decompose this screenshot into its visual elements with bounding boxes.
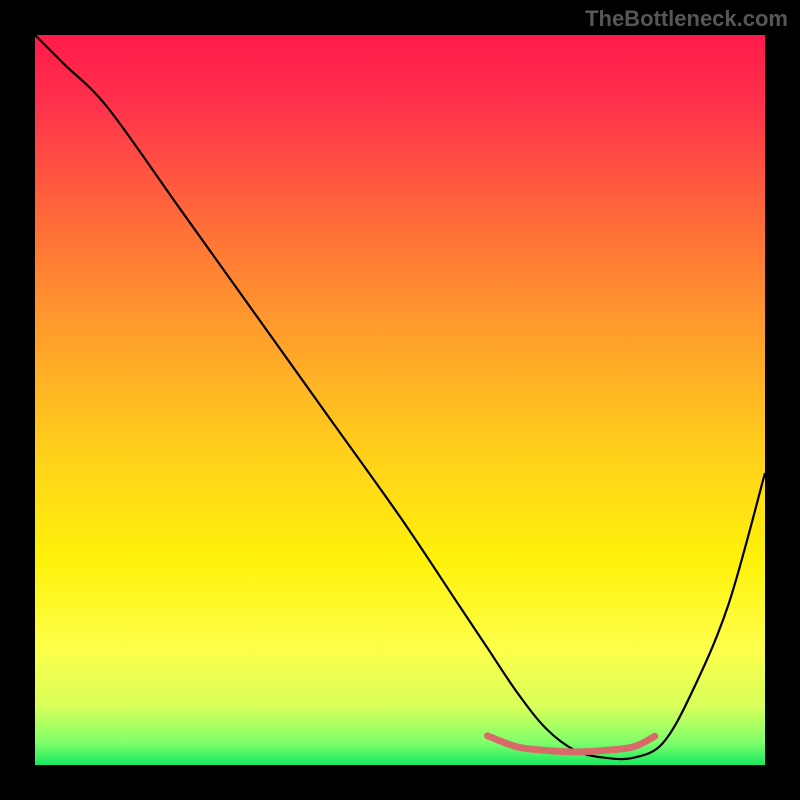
chart-container: TheBottleneck.com [0,0,800,800]
bottleneck-curve [35,35,765,759]
watermark-text: TheBottleneck.com [585,6,788,32]
optimal-range-marker [488,736,656,752]
curves-layer [35,35,765,765]
plot-area [35,35,765,765]
